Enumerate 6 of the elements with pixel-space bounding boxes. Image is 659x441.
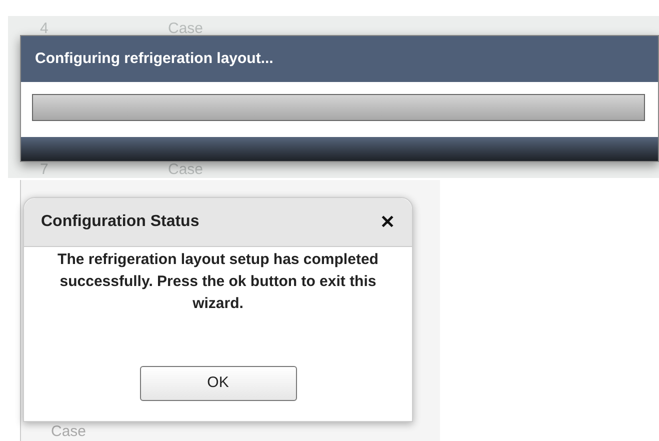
close-button[interactable]: ✕ <box>380 208 395 236</box>
row-type: Case <box>51 424 86 440</box>
dialog-message: The refrigeration layout setup has completed successfully. Press the ok button to exit this wizard. <box>56 250 380 314</box>
dialog-title: Configuring refrigeration layout... <box>35 48 274 69</box>
ok-button[interactable]: OK <box>140 366 296 401</box>
dialog-title: Configuration Status <box>41 212 200 232</box>
